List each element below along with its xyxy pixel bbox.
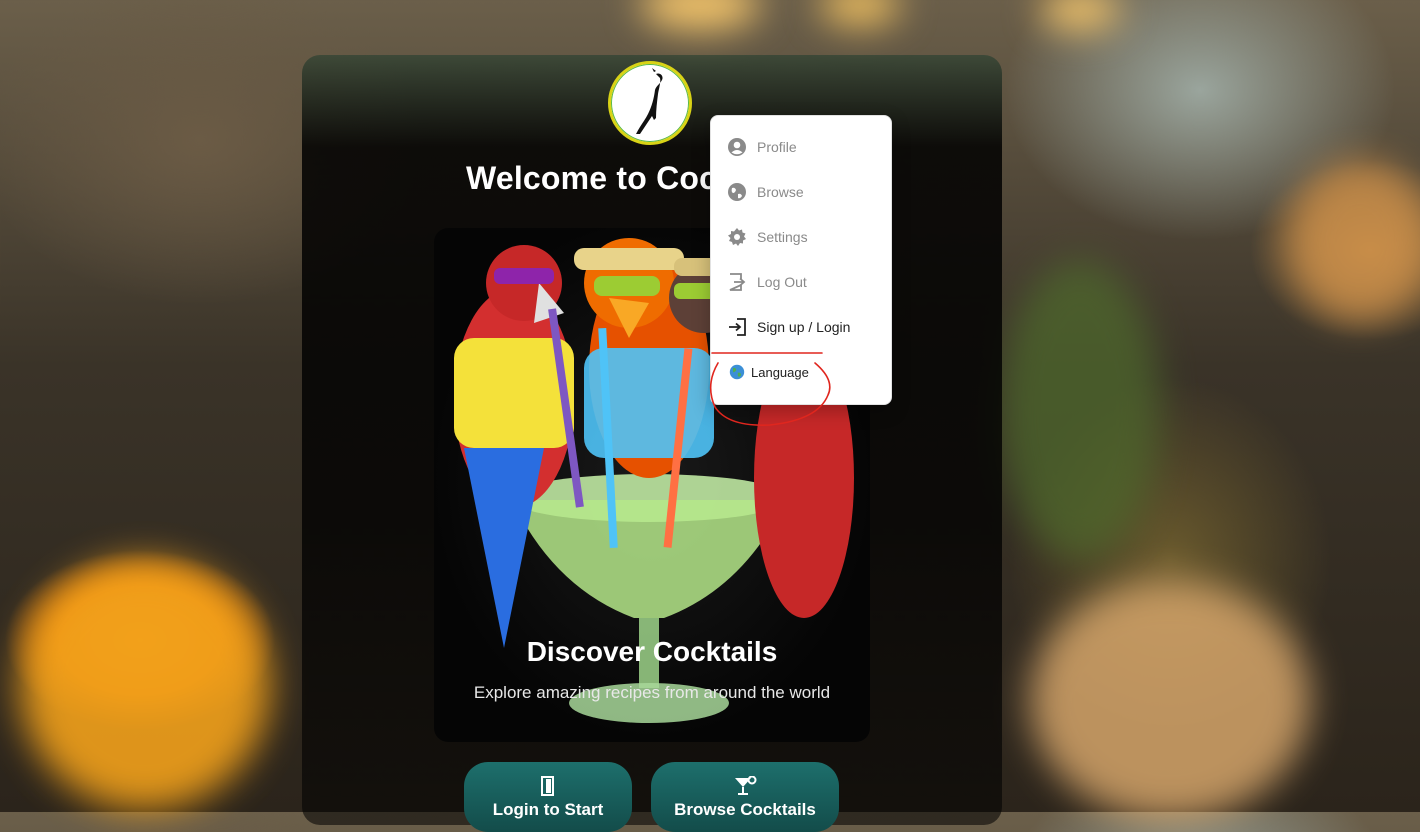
menu-item-label: Browse bbox=[757, 184, 804, 200]
menu-item-browse[interactable]: Browse bbox=[727, 177, 804, 207]
menu-item-label: Log Out bbox=[757, 274, 807, 290]
app-logo[interactable] bbox=[608, 61, 692, 145]
menu-item-label: Profile bbox=[757, 139, 797, 155]
hero-subtitle: Explore amazing recipes from around the … bbox=[473, 683, 831, 702]
menu-item-label: Sign up / Login bbox=[757, 319, 851, 335]
globe-icon bbox=[728, 183, 746, 201]
door-icon bbox=[541, 776, 554, 796]
page-title: Welcome to Cock bbox=[466, 160, 736, 196]
browse-cocktails-label: Browse Cocktails bbox=[674, 800, 816, 819]
login-icon bbox=[729, 318, 746, 336]
menu-item-log-out[interactable]: Log Out bbox=[727, 267, 807, 297]
hero-title: Discover Cocktails bbox=[526, 636, 778, 667]
annotation-circle bbox=[709, 352, 831, 426]
gear-icon bbox=[728, 228, 746, 246]
menu-item-label: Settings bbox=[757, 229, 808, 245]
menu-item-settings[interactable]: Settings bbox=[727, 222, 808, 252]
cocktail-glass-icon bbox=[735, 776, 757, 795]
login-to-start-label: Login to Start bbox=[492, 800, 604, 819]
user-circle-icon bbox=[728, 138, 746, 156]
logout-icon bbox=[729, 273, 746, 291]
menu-item-profile[interactable]: Profile bbox=[727, 132, 797, 162]
login-to-start-button[interactable]: Login to Start bbox=[464, 762, 632, 832]
cockatoo-logo-icon bbox=[636, 68, 663, 134]
browse-cocktails-button[interactable]: Browse Cocktails bbox=[651, 762, 839, 832]
menu-item-sign-up-login[interactable]: Sign up / Login bbox=[727, 312, 850, 342]
